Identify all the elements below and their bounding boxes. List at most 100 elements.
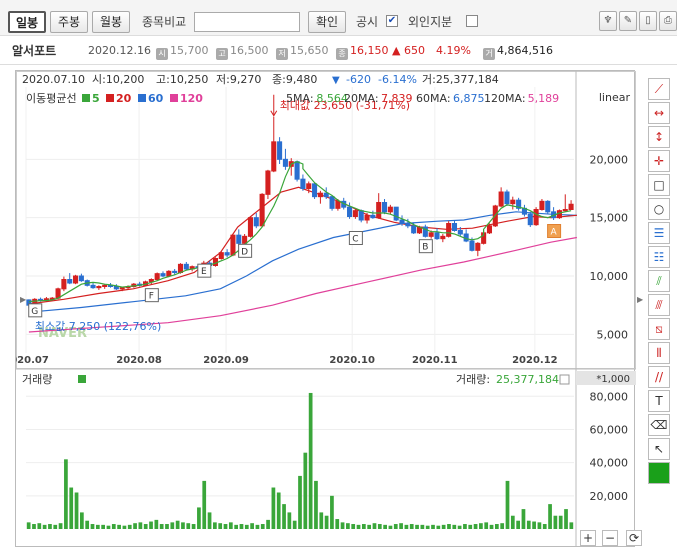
- volume-bar: [479, 523, 483, 529]
- candle-down: [160, 273, 166, 277]
- volume-bar: [542, 524, 547, 529]
- volume-bar: [324, 515, 329, 529]
- quote-date: 2020.12.16: [88, 44, 151, 57]
- volume-bar: [393, 524, 398, 529]
- candle-down: [329, 196, 335, 209]
- reset-zoom-button[interactable]: ⟳: [626, 530, 642, 546]
- x-tick-label: 2020.08: [116, 355, 162, 366]
- left-scroll-handle[interactable]: ▶: [20, 295, 26, 304]
- candle-up: [259, 193, 265, 227]
- fib-fan-icon[interactable]: ☷: [648, 246, 670, 268]
- compare-label: 종목비교: [142, 15, 187, 29]
- candle-up: [376, 202, 382, 219]
- candle-down: [323, 192, 329, 198]
- volume-bar: [191, 524, 196, 529]
- volume-bar: [346, 523, 350, 529]
- info-value: 고:10,250: [156, 73, 208, 86]
- candle-up: [230, 234, 236, 256]
- ma-legend-swatch: [106, 94, 114, 102]
- candle-up: [498, 191, 504, 207]
- candle-down: [393, 206, 399, 221]
- volume-bar: [553, 515, 558, 529]
- candle-up: [265, 170, 271, 195]
- volume-bar: [133, 523, 137, 529]
- volume-bar: [181, 522, 185, 529]
- circle-icon[interactable]: ○: [648, 198, 670, 220]
- volume-bar: [537, 522, 542, 529]
- volume-bar: [452, 524, 457, 529]
- text-tool-icon[interactable]: T: [648, 390, 670, 412]
- candle-up: [335, 200, 341, 209]
- high-price: 16,500: [230, 44, 269, 57]
- x-tick-label: 2020.12: [512, 355, 558, 366]
- parallel-lines-icon[interactable]: //: [648, 366, 670, 388]
- candle-down: [504, 191, 510, 205]
- candle-down: [434, 232, 440, 240]
- event-marker-label: G: [31, 307, 38, 317]
- edit-icon[interactable]: ✎: [619, 11, 637, 31]
- candle-down: [236, 234, 242, 244]
- candle-up: [568, 203, 574, 210]
- candle-down: [300, 178, 306, 189]
- candle-down: [405, 223, 411, 227]
- volume-bar: [510, 515, 515, 529]
- confirm-button[interactable]: 확인: [308, 11, 346, 33]
- eraser-icon[interactable]: ⌫: [648, 414, 670, 436]
- volume-bar: [250, 523, 254, 529]
- tab-weekly[interactable]: 주봉: [50, 11, 88, 33]
- candle-up: [364, 214, 370, 221]
- volume-bar: [260, 524, 265, 529]
- stock-chart[interactable]: 5,00010,00015,00020,0002020.072020.08202…: [3, 71, 636, 548]
- volume-bar: [314, 480, 318, 529]
- volume-bar: [356, 524, 361, 529]
- volume-bar: [64, 459, 68, 529]
- volume-bar: [207, 512, 212, 529]
- candle-down: [294, 161, 300, 180]
- print-icon[interactable]: ⎙: [659, 11, 677, 31]
- zoom-in-button[interactable]: +: [580, 530, 596, 546]
- change-percent: 4.19%: [436, 44, 471, 57]
- disclosure-checkbox[interactable]: ✔: [386, 15, 398, 27]
- volume-bar: [69, 487, 74, 529]
- zoom-out-button[interactable]: −: [602, 530, 618, 546]
- candle-up: [102, 284, 108, 287]
- volume-bar: [335, 519, 340, 529]
- tab-daily[interactable]: 일봉: [8, 11, 46, 33]
- line-tool-icon[interactable]: ⟋: [648, 78, 670, 100]
- volume-bar: [282, 504, 286, 529]
- volume-bar: [255, 524, 260, 529]
- fib-retracement-icon[interactable]: ☰: [648, 222, 670, 244]
- foreign-ownership-checkbox[interactable]: [466, 15, 478, 27]
- event-marker-label: A: [551, 228, 558, 238]
- right-scroll-handle[interactable]: ▶: [637, 295, 643, 304]
- price-tick-label: 10,000: [590, 270, 629, 283]
- volume-bar: [218, 523, 223, 529]
- vertical-line-icon[interactable]: ↕: [648, 126, 670, 148]
- volume-bar: [420, 524, 425, 529]
- rectangle-icon[interactable]: □: [648, 174, 670, 196]
- ma-value: 6,875: [453, 92, 485, 105]
- candle-up: [96, 286, 102, 289]
- quote-bar: 알서포트 2020.12.16 시 15,700 고 16,500 저 15,650 …: [0, 37, 677, 65]
- pin-icon[interactable]: ♆: [599, 11, 617, 31]
- horizontal-line-icon[interactable]: ↔: [648, 102, 670, 124]
- channel-up-icon[interactable]: ⫻: [648, 294, 670, 316]
- ma-legend-swatch: [170, 94, 178, 102]
- candle-down: [370, 214, 376, 219]
- volume-bar: [340, 522, 345, 529]
- crosshair-icon[interactable]: ✛: [648, 150, 670, 172]
- color-picker[interactable]: [648, 462, 670, 484]
- volume-bar: [367, 524, 372, 529]
- speed-lines-icon[interactable]: ⫽: [648, 270, 670, 292]
- ma-value-label: 60MA:: [416, 92, 451, 105]
- channel-down-icon[interactable]: ⧅: [648, 318, 670, 340]
- tab-monthly[interactable]: 월봉: [92, 11, 130, 33]
- pointer-icon[interactable]: ↖: [648, 438, 670, 460]
- candle-up: [177, 263, 184, 273]
- fullscreen-icon[interactable]: ▯: [639, 11, 657, 31]
- candle-down: [411, 225, 417, 234]
- candle-down: [78, 275, 84, 282]
- compare-input[interactable]: [194, 12, 300, 32]
- volume-tick-label: 20,000: [590, 490, 629, 503]
- period-lines-icon[interactable]: ⦀: [648, 342, 670, 364]
